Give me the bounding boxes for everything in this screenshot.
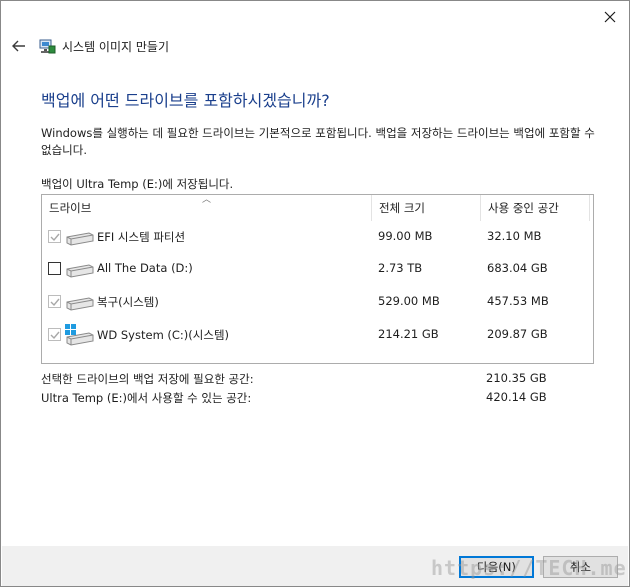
drive-name: EFI 시스템 파티션	[97, 230, 186, 244]
drive-used-space: 209.87 GB	[487, 327, 548, 341]
title-bar: 시스템 이미지 만들기	[9, 35, 169, 57]
page-heading: 백업에 어떤 드라이브를 포함하시겠습니까?	[41, 91, 330, 110]
backup-app-icon	[39, 39, 56, 54]
drive-name: WD System (C:)(시스템)	[97, 328, 230, 342]
column-header-total-size-label: 전체 크기	[379, 201, 425, 215]
drive-total-size: 214.21 GB	[378, 327, 439, 341]
windows-drive-icon	[65, 324, 94, 346]
required-space-label: 선택한 드라이브의 백업 저장에 필요한 공간:	[41, 372, 254, 386]
column-header-drive-label: 드라이브	[49, 201, 92, 215]
window-title: 시스템 이미지 만들기	[62, 39, 169, 54]
drive-icon	[66, 264, 94, 278]
drive-table: 드라이브 ︿ 전체 크기 사용 중인 공간 EFI 시스템 파티션 99.00 …	[41, 194, 594, 364]
drive-name: 복구(시스템)	[97, 295, 159, 309]
dialog-window: 시스템 이미지 만들기 백업에 어떤 드라이브를 포함하시겠습니까? Windo…	[0, 0, 630, 587]
available-space-value: 420.14 GB	[486, 390, 547, 404]
cancel-button[interactable]: 취소	[543, 556, 618, 578]
save-target-text: 백업이 Ultra Temp (E:)에 저장됩니다.	[41, 177, 234, 191]
drive-checkbox[interactable]	[48, 230, 61, 243]
back-arrow-icon	[12, 40, 25, 52]
drive-used-space: 457.53 MB	[487, 294, 549, 308]
table-row[interactable]: 복구(시스템) 529.00 MB 457.53 MB	[42, 286, 593, 318]
drive-used-space: 683.04 GB	[487, 261, 548, 275]
drive-name: All The Data (D:)	[97, 261, 193, 275]
drive-icon	[66, 232, 94, 246]
required-space-value: 210.35 GB	[486, 371, 547, 385]
drive-checkbox[interactable]	[48, 295, 61, 308]
drive-used-space: 32.10 MB	[487, 229, 542, 243]
button-bar: 다음(N) 취소	[2, 546, 628, 586]
table-row[interactable]: All The Data (D:) 2.73 TB 683.04 GB	[42, 253, 593, 285]
table-row[interactable]: WD System (C:)(시스템) 214.21 GB 209.87 GB	[42, 319, 593, 351]
drive-total-size: 2.73 TB	[378, 261, 423, 275]
checkmark-icon	[50, 233, 60, 241]
drive-checkbox[interactable]	[48, 328, 61, 341]
drive-icon	[66, 297, 94, 311]
table-header: 드라이브 ︿ 전체 크기 사용 중인 공간	[42, 195, 593, 221]
close-button[interactable]	[599, 6, 621, 28]
description-text: Windows를 실행하는 데 필요한 드라이브는 기본적으로 포함됩니다. 백…	[41, 126, 595, 157]
column-header-total-size[interactable]: 전체 크기	[372, 195, 481, 221]
column-header-used-space[interactable]: 사용 중인 공간	[481, 195, 590, 221]
drive-total-size: 99.00 MB	[378, 229, 433, 243]
close-icon	[604, 11, 616, 23]
checkmark-icon	[50, 298, 60, 306]
back-button[interactable]	[9, 36, 29, 56]
column-header-used-space-label: 사용 중인 공간	[488, 201, 559, 215]
available-space-label: Ultra Temp (E:)에서 사용할 수 있는 공간:	[41, 391, 252, 405]
drive-total-size: 529.00 MB	[378, 294, 440, 308]
checkmark-icon	[50, 331, 60, 339]
drive-checkbox[interactable]	[48, 262, 61, 275]
table-row[interactable]: EFI 시스템 파티션 99.00 MB 32.10 MB	[42, 221, 593, 253]
column-header-drive[interactable]: 드라이브 ︿	[42, 195, 372, 221]
sort-ascending-icon: ︿	[202, 195, 212, 205]
next-button[interactable]: 다음(N)	[459, 556, 534, 578]
